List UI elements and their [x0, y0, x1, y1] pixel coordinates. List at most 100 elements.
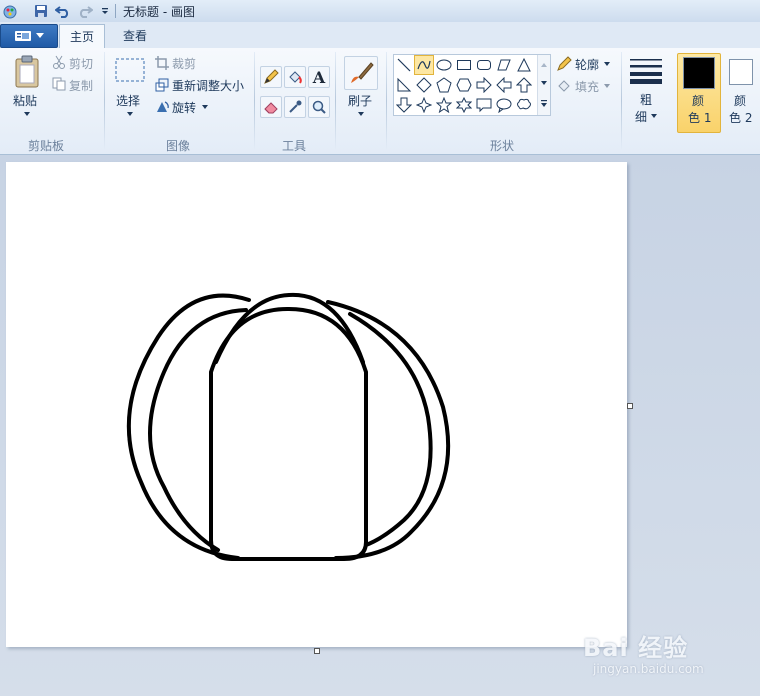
resize-handle-right[interactable] — [627, 403, 633, 409]
fill-tool[interactable] — [284, 66, 306, 88]
down-arrow-shape-icon[interactable] — [394, 95, 414, 115]
undo-icon[interactable] — [55, 3, 71, 19]
select-chevron-icon[interactable] — [126, 110, 134, 118]
text-icon: A — [312, 67, 326, 87]
group-separator — [335, 52, 336, 150]
shapes-group-label: 形状 — [490, 139, 515, 153]
rect-callout-shape-icon[interactable] — [474, 95, 494, 115]
resize-handle-bottom[interactable] — [314, 648, 320, 654]
color2-swatch[interactable] — [729, 59, 753, 85]
color1-label-line1[interactable]: 颜 — [692, 92, 704, 109]
polygon-shape-icon[interactable] — [494, 55, 514, 75]
eyedropper-icon — [289, 100, 302, 113]
four-point-star-icon[interactable] — [414, 95, 434, 115]
drawing-canvas[interactable] — [6, 162, 627, 647]
right-arrow-shape-icon[interactable] — [474, 75, 494, 95]
curve-shape-icon[interactable] — [414, 55, 434, 75]
color-picker-tool[interactable] — [284, 96, 306, 118]
text-tool[interactable]: A — [308, 66, 330, 88]
shapes-gallery-scrollbar[interactable] — [537, 55, 550, 115]
outline-button[interactable]: 轮廓 — [575, 56, 599, 73]
tools-group-label: 工具 — [282, 139, 307, 153]
pentagon-shape-icon[interactable] — [434, 75, 454, 95]
tab-home[interactable]: 主页 — [59, 24, 106, 50]
drawing-strokes — [126, 292, 451, 561]
copy-icon — [52, 77, 66, 91]
select-icon[interactable] — [113, 56, 147, 84]
fill-button[interactable]: 填充 — [575, 78, 599, 95]
shapes-gallery[interactable] — [393, 54, 551, 116]
rotate-chevron-icon[interactable] — [201, 103, 209, 111]
watermark-url: jingyan.baidu.com — [593, 662, 704, 676]
five-point-star-icon[interactable] — [434, 95, 454, 115]
brushes-button[interactable]: 刷子 — [348, 92, 372, 109]
cloud-callout-shape-icon[interactable] — [514, 95, 534, 115]
group-separator — [254, 52, 255, 150]
image-group-label: 图像 — [166, 139, 191, 153]
left-arrow-shape-icon[interactable] — [494, 75, 514, 95]
color2-label-line1[interactable]: 颜 — [734, 92, 746, 109]
up-arrow-shape-icon[interactable] — [514, 75, 534, 95]
inner-left-stroke — [148, 308, 248, 552]
diamond-shape-icon[interactable] — [414, 75, 434, 95]
fill-icon — [556, 78, 572, 94]
six-point-star-icon[interactable] — [454, 95, 474, 115]
size-label-line1[interactable]: 粗 — [640, 91, 652, 108]
scissors-icon — [52, 55, 66, 69]
copy-button[interactable]: 复制 — [69, 77, 93, 94]
cut-button[interactable]: 剪切 — [69, 55, 93, 72]
paste-icon[interactable] — [12, 54, 42, 90]
paint-menu-button[interactable] — [0, 24, 58, 48]
menu-icon — [15, 31, 31, 41]
triangle-shape-icon[interactable] — [514, 55, 534, 75]
brushes-chevron-icon[interactable] — [357, 110, 365, 118]
window-title: 无标题 - 画图 — [123, 5, 195, 19]
save-icon[interactable] — [33, 3, 49, 19]
resize-icon — [155, 78, 169, 92]
size-label-line2[interactable]: 细 — [635, 108, 647, 125]
oval-shape-icon[interactable] — [434, 55, 454, 75]
title-bar: 无标题 - 画图 — [0, 0, 760, 23]
title-separator — [115, 4, 116, 18]
rotate-button[interactable]: 旋转 — [172, 99, 196, 116]
watermark-brand: Bai 经验 — [583, 634, 689, 662]
fill-chevron-icon[interactable] — [603, 82, 611, 90]
eraser-icon — [264, 102, 278, 114]
outline-icon — [556, 56, 572, 72]
group-separator — [386, 52, 387, 150]
right-triangle-shape-icon[interactable] — [394, 75, 414, 95]
customize-qa-chevron-icon[interactable] — [97, 3, 113, 19]
crop-icon — [155, 56, 169, 70]
paint-app-icon[interactable] — [2, 3, 18, 19]
crop-button[interactable]: 裁剪 — [172, 55, 196, 72]
color1-swatch[interactable] — [683, 57, 715, 89]
magnifier-tool[interactable] — [308, 96, 330, 118]
pencil-tool[interactable] — [260, 66, 282, 88]
rounded-rectangle-shape-icon[interactable] — [474, 55, 494, 75]
clipboard-group-label: 剪贴板 — [28, 139, 65, 153]
group-separator — [621, 52, 622, 150]
color2-label-line2[interactable]: 色 2 — [729, 109, 752, 126]
brush-icon[interactable] — [344, 56, 378, 90]
line-shape-icon[interactable] — [394, 55, 414, 75]
ribbon: 粘贴 剪切 复制 剪贴板 选择 裁剪 重新调整大小 旋转 图像 A 工具 刷子 … — [0, 48, 760, 155]
eraser-tool[interactable] — [260, 96, 282, 118]
paste-button[interactable]: 粘贴 — [13, 92, 37, 109]
pencil-icon — [264, 69, 279, 84]
paste-chevron-icon[interactable] — [23, 110, 31, 118]
rectangle-shape-icon[interactable] — [454, 55, 474, 75]
chevron-down-icon — [36, 33, 44, 38]
inner-body-stroke — [209, 306, 368, 561]
select-button[interactable]: 选择 — [116, 92, 140, 109]
oval-callout-shape-icon[interactable] — [494, 95, 514, 115]
outline-chevron-icon[interactable] — [603, 60, 611, 68]
group-separator — [104, 52, 105, 150]
hexagon-shape-icon[interactable] — [454, 75, 474, 95]
resize-button[interactable]: 重新调整大小 — [172, 77, 244, 94]
tab-view[interactable]: 查看 — [113, 24, 157, 48]
color1-label-line2[interactable]: 色 1 — [688, 109, 711, 126]
size-chevron-icon[interactable] — [650, 112, 658, 120]
line-size-icon[interactable] — [629, 56, 663, 86]
magnifier-icon — [312, 100, 326, 114]
redo-icon[interactable] — [77, 3, 93, 19]
